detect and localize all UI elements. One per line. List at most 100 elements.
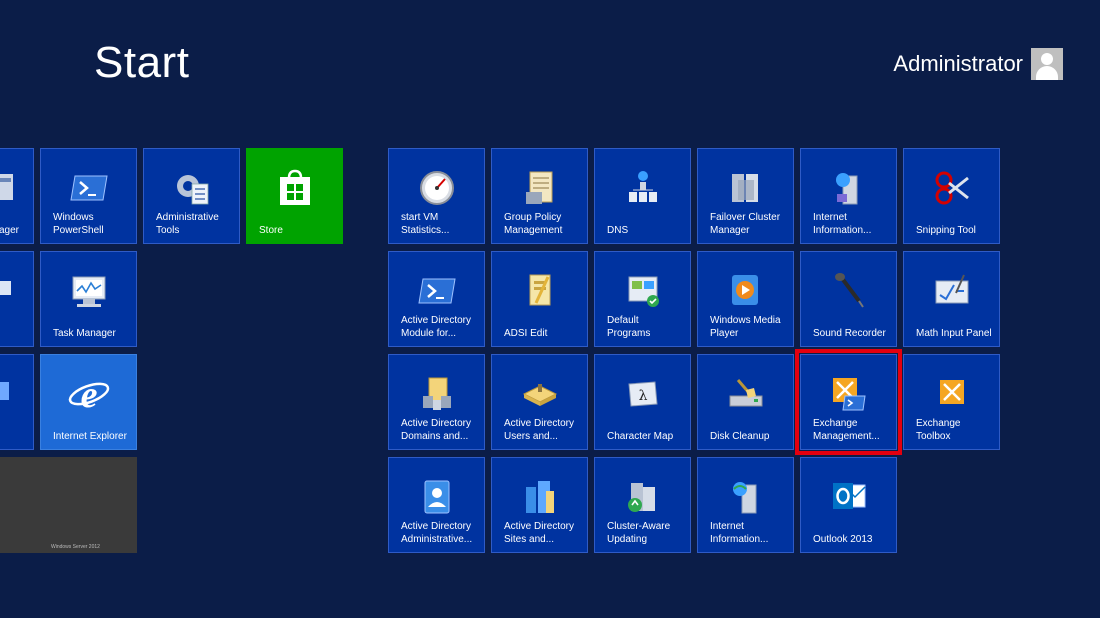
tile-start-vm-statistics[interactable]: start VM Statistics... (388, 148, 485, 244)
disk-cleanup-icon (729, 379, 762, 407)
tile-label: Administrative Tools (156, 212, 219, 236)
tile-failover-cluster-manager[interactable]: Failover Cluster Manager (697, 148, 794, 244)
powershell-icon (69, 175, 108, 201)
user-name: Administrator (893, 51, 1023, 76)
tile-ad-users-and-computers[interactable]: Active Directory Users and... (491, 354, 588, 450)
tile-label: Outlook 2013 (813, 534, 873, 545)
tile-character-map[interactable]: λ Character Map (594, 354, 691, 450)
tile-label: Snipping Tool (916, 225, 976, 236)
avatar (1031, 48, 1063, 80)
tile-label: Active Directory Administrative... (401, 521, 473, 545)
exchange-shell-icon (832, 378, 866, 411)
tile-math-input-panel[interactable]: Math Input Panel (903, 251, 1000, 347)
media-player-icon (731, 275, 758, 306)
tile-label: Sound Recorder (813, 328, 886, 339)
tile-windows-powershell[interactable]: Windows PowerShell (40, 148, 137, 244)
tile-task-manager[interactable]: Task Manager (40, 251, 137, 347)
exchange-toolbox-icon (939, 380, 964, 405)
manager-icon (0, 174, 13, 201)
tile-exchange-toolbox[interactable]: Exchange Toolbox (903, 354, 1000, 450)
internet-explorer-icon: e (68, 374, 109, 414)
tile-label: Task Manager (53, 328, 116, 339)
tile-label: Group Policy Management (504, 212, 563, 236)
svg-text:λ: λ (638, 388, 647, 404)
scissors-icon (935, 171, 969, 205)
monitor-icon (0, 281, 11, 296)
page-title: Start (94, 38, 190, 87)
tile-label: ager (0, 225, 20, 236)
tile-ad-sites-and-services[interactable]: Active Directory Sites and... (491, 457, 588, 553)
tile-outlook-2013[interactable]: Outlook 2013 (800, 457, 897, 553)
tile-disk-cleanup[interactable]: Disk Cleanup (697, 354, 794, 450)
cluster-icon (731, 174, 758, 203)
tile-internet-information-services-2[interactable]: Internet Information... (697, 457, 794, 553)
desktop-caption: Windows Server 2012 (51, 544, 100, 550)
tile-partial-left-2[interactable] (0, 251, 34, 347)
tile-default-programs[interactable]: Default Programs (594, 251, 691, 347)
tile-internet-information-services[interactable]: Internet Information... (800, 148, 897, 244)
tile-label: Math Input Panel (916, 328, 992, 339)
tile-exchange-management-shell[interactable]: Exchange Management... (795, 349, 902, 455)
tile-label: Internet Explorer (53, 431, 127, 442)
tile-sound-recorder[interactable]: Sound Recorder (800, 251, 897, 347)
tile-label: Exchange Management... (813, 418, 880, 442)
admin-tools-icon (176, 175, 208, 205)
tile-administrative-tools[interactable]: Administrative Tools (143, 148, 240, 244)
ad-users-icon (522, 384, 557, 407)
tile-ad-module-powershell[interactable]: Active Directory Module for... (388, 251, 485, 347)
scroll-icon (525, 171, 552, 205)
task-manager-icon (72, 276, 105, 308)
character-map-icon: λ (627, 381, 658, 408)
math-input-icon (935, 275, 968, 304)
tile-label: Internet Information... (813, 212, 872, 236)
tile-label: Disk Cleanup (710, 431, 770, 442)
tile-dns[interactable]: DNS (594, 148, 691, 244)
tile-internet-explorer[interactable]: e Internet Explorer (40, 354, 137, 450)
tile-label: start VM Statistics... (401, 212, 450, 236)
tile-label: ADSI Edit (504, 328, 548, 339)
tile-label: el (0, 430, 27, 443)
tile-label: Internet Information... (710, 521, 769, 545)
tile-label: DNS (607, 225, 629, 236)
microphone-icon (834, 273, 864, 309)
tile-adsi-edit[interactable]: ADSI Edit (491, 251, 588, 347)
ad-domains-icon (422, 377, 451, 411)
tile-label: Character Map (607, 431, 674, 442)
tile-label: Active Directory Module for... (401, 315, 472, 339)
tile-label: Windows Media Player (710, 315, 781, 339)
tile-cluster-aware-updating[interactable]: Cluster-Aware Updating (594, 457, 691, 553)
outlook-icon (832, 483, 866, 510)
tile-ad-domains-and-trusts[interactable]: Active Directory Domains and... (388, 354, 485, 450)
default-programs-icon (628, 276, 659, 308)
store-icon (279, 170, 310, 206)
svg-text:e: e (80, 374, 97, 414)
gauge-icon (419, 171, 454, 206)
tile-snipping-tool[interactable]: Snipping Tool (903, 148, 1000, 244)
tile-ad-administrative-center[interactable]: Active Directory Administrative... (388, 457, 485, 553)
tile-label: Cluster-Aware Updating (607, 521, 671, 545)
ad-sites-icon (525, 481, 554, 514)
control-panel-icon (0, 382, 9, 401)
tile-windows-media-player[interactable]: Windows Media Player (697, 251, 794, 347)
tile-label: Active Directory Sites and... (504, 521, 575, 545)
tile-label: Windows PowerShell (53, 212, 104, 236)
tile-label: Active Directory Domains and... (401, 418, 472, 442)
tile-label: Active Directory Users and... (504, 418, 575, 442)
ad-admin-center-icon (424, 480, 449, 514)
iis-icon (835, 173, 857, 205)
tile-control-panel[interactable]: el (0, 354, 34, 450)
tile-label: Default Programs (607, 315, 651, 339)
iis-icon (732, 482, 756, 514)
tile-store[interactable]: Store (246, 148, 343, 244)
tile-group-policy-management[interactable]: Group Policy Management (491, 148, 588, 244)
cluster-update-icon (627, 483, 655, 513)
powershell-icon (417, 278, 456, 304)
adsi-edit-icon (529, 274, 550, 306)
tile-server-manager[interactable]: ager (0, 148, 34, 244)
dns-icon (628, 171, 657, 203)
tile-label: Store (259, 225, 283, 236)
user-account[interactable]: Administrator (893, 48, 1063, 80)
tile-desktop[interactable]: Windows Server 2012 (0, 457, 137, 553)
tile-label: Exchange Toolbox (916, 418, 961, 442)
tile-label: Failover Cluster Manager (710, 212, 781, 236)
